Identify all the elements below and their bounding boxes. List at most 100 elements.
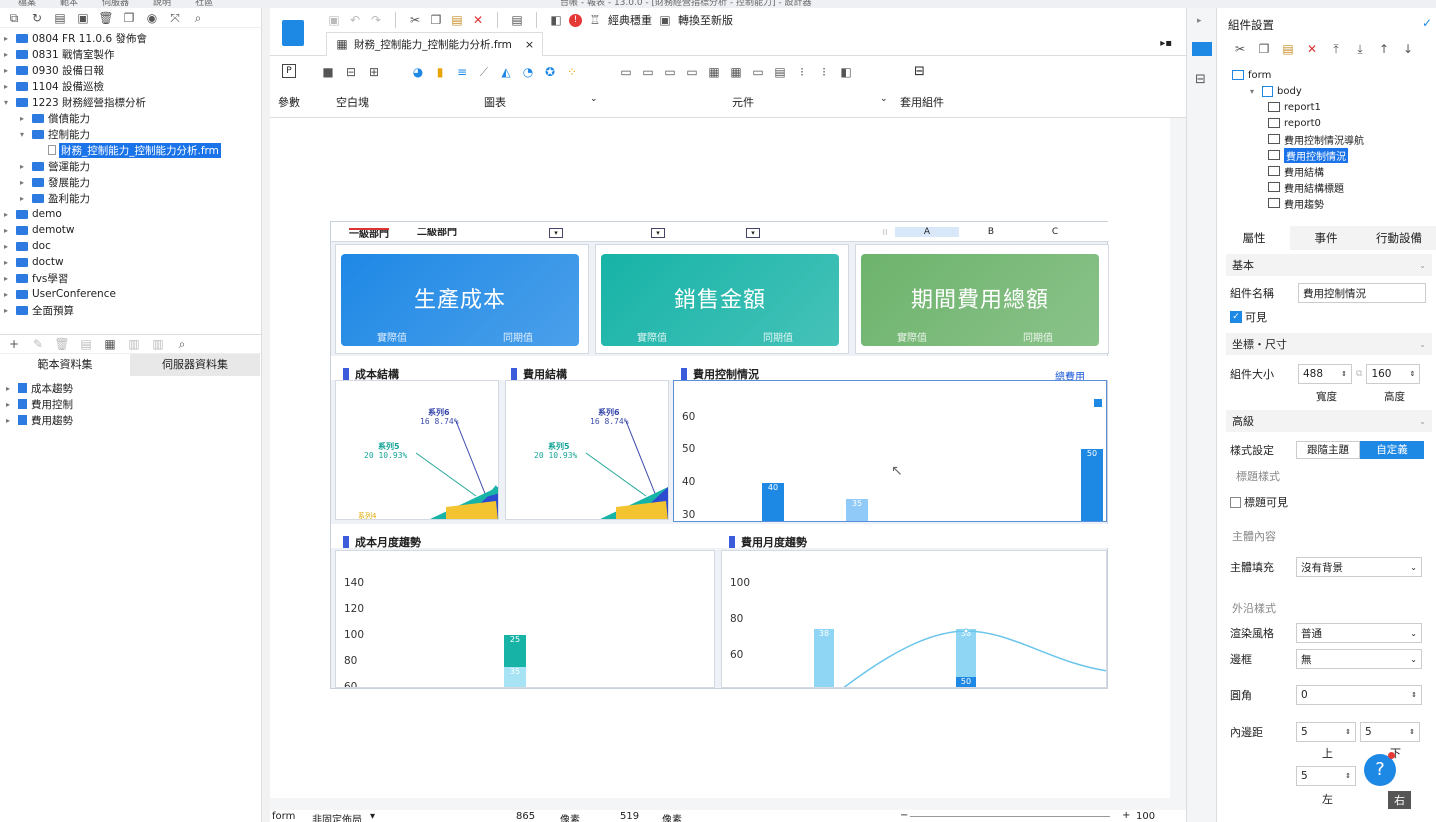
chevron-right-icon[interactable]: ▸: [20, 162, 32, 171]
theme-icon[interactable]: ♖: [587, 12, 603, 28]
menu-help[interactable]: 說明: [153, 0, 171, 8]
combo1-icon[interactable]: ▾: [549, 228, 563, 238]
line-chart-icon[interactable]: ⟋: [476, 64, 492, 80]
section-position-size[interactable]: 坐標・尺寸 ⌄: [1226, 333, 1432, 355]
alert-icon[interactable]: !: [569, 13, 582, 27]
col-c[interactable]: C: [1023, 227, 1087, 237]
kpi-card[interactable]: 銷售金額 實際值 同期值: [601, 254, 839, 346]
tree-item[interactable]: ▸ 全面預算: [4, 302, 261, 318]
component-tree-item[interactable]: 費用結構: [1232, 163, 1428, 179]
widget-number-icon[interactable]: ▭: [750, 64, 766, 80]
component-tree-item[interactable]: report0: [1232, 115, 1428, 131]
tree-item[interactable]: ▸ fvs學習: [4, 270, 261, 286]
kpi-card[interactable]: 生產成本 實際值 同期值: [341, 254, 579, 346]
horizontal-scrollbar[interactable]: [270, 798, 1170, 810]
col-b[interactable]: B: [959, 227, 1023, 237]
vertical-scrollbar[interactable]: [1170, 118, 1184, 798]
cut-icon[interactable]: ✂: [407, 12, 423, 28]
dataset-item[interactable]: ▸ 費用控制: [6, 396, 261, 412]
chevron-right-icon[interactable]: ▸: [4, 290, 16, 299]
zoom-slider[interactable]: [910, 816, 1110, 817]
chevron-right-icon[interactable]: ▸: [4, 306, 16, 315]
tab-properties[interactable]: 屬性: [1218, 226, 1290, 250]
component-settings-icon[interactable]: [1192, 42, 1212, 56]
widget-date-icon[interactable]: ▦: [706, 64, 722, 80]
db-icon[interactable]: ▥: [126, 336, 142, 352]
combo2-icon[interactable]: ▾: [651, 228, 665, 238]
chevron-right-icon[interactable]: ▸: [4, 50, 16, 59]
component-tree-item[interactable]: 費用趨勢: [1232, 195, 1428, 211]
expand-arrow-icon[interactable]: ▸: [1197, 16, 1202, 26]
left-collapse-strip[interactable]: [262, 8, 270, 822]
chevron-right-icon[interactable]: ▸: [4, 258, 16, 267]
chevron-right-icon[interactable]: ▸: [4, 226, 16, 235]
tree-item[interactable]: ▸ 1104 設備巡檢: [4, 78, 261, 94]
tree-item[interactable]: ▸ 盈利能力: [4, 190, 261, 206]
delete-x-icon[interactable]: ✕: [470, 12, 486, 28]
scatter-chart-icon[interactable]: ⁘: [564, 64, 580, 80]
chevron-right-icon[interactable]: ▸: [20, 194, 32, 203]
copy-icon[interactable]: ❐: [121, 10, 137, 26]
style-follow-theme-button[interactable]: 跟隨主題: [1296, 441, 1360, 459]
pie-chart-icon[interactable]: ◕: [410, 64, 426, 80]
menu-server[interactable]: 伺服器: [102, 0, 129, 8]
component-tree-item[interactable]: 費用控制情況: [1232, 147, 1428, 163]
abs-block-icon[interactable]: ⊞: [366, 64, 382, 80]
filter-dept2[interactable]: 二級部門: [417, 228, 457, 242]
move-bottom-icon[interactable]: ⤓: [1352, 41, 1368, 57]
chart-dropdown-icon[interactable]: ⌄: [590, 94, 598, 104]
style-custom-button[interactable]: 自定義: [1360, 441, 1424, 459]
border-select[interactable]: 無 ⌄: [1296, 649, 1422, 669]
confirm-icon[interactable]: ✓: [1422, 16, 1432, 30]
collapse-icon[interactable]: ⤧: [167, 10, 183, 26]
convert-button[interactable]: 轉換至新版: [678, 12, 733, 28]
radar-chart-icon[interactable]: ✪: [542, 64, 558, 80]
component-tree-item[interactable]: 費用結構標題: [1232, 179, 1428, 195]
tree-item[interactable]: ▸ 0804 FR 11.0.6 發佈會: [4, 30, 261, 46]
tab-block-icon[interactable]: ⊟: [343, 64, 359, 80]
save-icon[interactable]: ▣: [75, 10, 91, 26]
convert-icon[interactable]: ▣: [657, 12, 673, 28]
title-visible-checkbox[interactable]: [1230, 496, 1241, 508]
padding-bottom-input[interactable]: 5 ⇕: [1360, 722, 1420, 742]
width-value[interactable]: 865: [516, 811, 535, 822]
move-top-icon[interactable]: ⤒: [1328, 41, 1344, 57]
chevron-right-icon[interactable]: ▸: [4, 274, 16, 283]
combo3-icon[interactable]: ▾: [746, 228, 760, 238]
chevron-right-icon[interactable]: ▸: [4, 210, 16, 219]
move-down-icon[interactable]: ↓: [1400, 41, 1416, 57]
padding-left-input[interactable]: 5 ⇕: [1296, 766, 1356, 786]
remove-dataset-icon[interactable]: 🗑: [54, 336, 70, 352]
move-up-icon[interactable]: ↑: [1376, 41, 1392, 57]
blank-block-icon[interactable]: ■: [320, 64, 336, 80]
section-basic[interactable]: 基本 ⌄: [1226, 254, 1432, 276]
dataset-item[interactable]: ▸ 成本趨勢: [6, 380, 261, 396]
tree-item[interactable]: ▸ demotw: [4, 222, 261, 238]
height-input[interactable]: 160 ⇕: [1366, 364, 1421, 384]
chevron-right-icon[interactable]: ▸: [6, 416, 18, 425]
chevron-right-icon[interactable]: ▸: [20, 114, 32, 123]
tab-server-dataset[interactable]: 伺服器資料集: [130, 354, 260, 376]
hbar-chart-icon[interactable]: ≡: [454, 64, 470, 80]
width-input[interactable]: 488 ⇕: [1298, 364, 1352, 384]
paste-icon[interactable]: ▤: [449, 12, 465, 28]
widget-list-icon[interactable]: ▤: [772, 64, 788, 80]
tree-item[interactable]: ▸ 償債能力: [4, 110, 261, 126]
col-a[interactable]: A: [895, 227, 959, 237]
chevron-right-icon[interactable]: ▸: [4, 82, 16, 91]
refresh-icon[interactable]: ↻: [29, 10, 45, 26]
apply-component-icon[interactable]: ⊟: [914, 64, 925, 79]
height-value[interactable]: 519: [620, 811, 639, 822]
tree-item[interactable]: ▸ doc: [4, 238, 261, 254]
chevron-down-icon[interactable]: ▾: [4, 98, 16, 107]
chevron-right-icon[interactable]: ▸: [4, 66, 16, 75]
edit-dataset-icon[interactable]: ✎: [30, 336, 46, 352]
component-tree-item[interactable]: report1: [1232, 99, 1428, 115]
comp-copy-icon[interactable]: ❐: [1256, 41, 1272, 57]
radius-input[interactable]: 0 ⇕: [1296, 685, 1422, 705]
dataset-search-icon[interactable]: ⌕: [174, 336, 190, 352]
gauge-chart-icon[interactable]: ◔: [520, 64, 536, 80]
file-tab[interactable]: ▦ 財務_控制能力_控制能力分析.frm ×: [326, 31, 544, 56]
widget-check-icon[interactable]: ⁝: [816, 64, 832, 80]
tab-template-dataset[interactable]: 範本資料集: [0, 354, 130, 376]
